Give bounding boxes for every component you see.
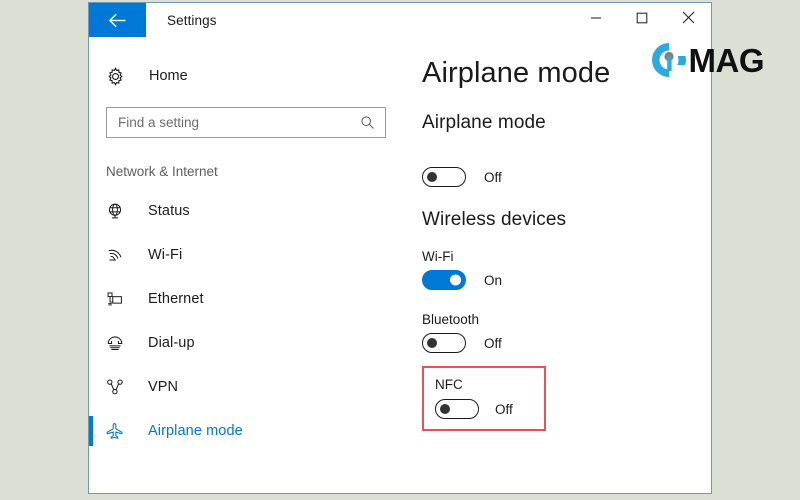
wifi-toggle[interactable] xyxy=(422,270,466,290)
sidebar-item-vpn[interactable]: VPN xyxy=(89,365,396,409)
wifi-toggle-state: On xyxy=(484,273,502,288)
nfc-toggle-row: Off xyxy=(435,399,544,419)
sidebar-item-ethernet[interactable]: Ethernet xyxy=(89,277,396,321)
wifi-device-label: Wi-Fi xyxy=(422,249,711,264)
content-pane: Airplane mode Airplane mode Off Wireless… xyxy=(396,37,711,493)
sidebar-item-airplane-mode-label: Airplane mode xyxy=(134,423,243,439)
window-title: Settings xyxy=(146,3,217,37)
airplane-mode-section-heading: Airplane mode xyxy=(422,112,711,134)
sidebar-item-status[interactable]: Status xyxy=(89,189,396,233)
sidebar-section-label: Network & Internet xyxy=(106,164,396,179)
airplane-icon xyxy=(106,422,134,440)
wireless-devices-section-heading: Wireless devices xyxy=(422,209,711,231)
airplane-mode-toggle[interactable] xyxy=(422,167,466,187)
toggle-knob xyxy=(450,275,461,286)
sidebar-item-home[interactable]: Home xyxy=(89,61,396,91)
nfc-toggle-state: Off xyxy=(495,402,513,417)
search-input[interactable] xyxy=(107,115,360,130)
sidebar-item-dialup-label: Dial-up xyxy=(134,335,195,351)
bluetooth-device-block: Bluetooth Off xyxy=(422,312,711,353)
toggle-knob xyxy=(427,338,437,348)
bluetooth-toggle-state: Off xyxy=(484,336,502,351)
sidebar-item-home-label: Home xyxy=(136,68,188,84)
ethernet-icon xyxy=(106,290,134,308)
nfc-device-block: NFC Off xyxy=(422,366,546,431)
back-button[interactable] xyxy=(89,3,146,37)
close-button[interactable] xyxy=(665,3,711,37)
window-controls xyxy=(573,3,711,37)
close-icon xyxy=(682,11,695,29)
globe-icon xyxy=(106,202,134,220)
search-box[interactable] xyxy=(106,107,386,138)
selection-indicator xyxy=(89,416,93,446)
maximize-button[interactable] xyxy=(619,3,665,37)
back-arrow-icon xyxy=(108,13,127,28)
bluetooth-toggle[interactable] xyxy=(422,333,466,353)
bluetooth-toggle-row: Off xyxy=(422,333,711,353)
sidebar-item-wifi-label: Wi-Fi xyxy=(134,247,182,263)
maximize-icon xyxy=(636,11,648,29)
sidebar-item-wifi[interactable]: Wi-Fi xyxy=(89,233,396,277)
toggle-knob xyxy=(427,172,437,182)
watermark-logo: MAG xyxy=(650,41,765,79)
search-icon[interactable] xyxy=(360,115,385,130)
nfc-toggle[interactable] xyxy=(435,399,479,419)
sidebar: Home Network & Internet xyxy=(89,37,396,493)
bluetooth-device-label: Bluetooth xyxy=(422,312,711,327)
settings-window: Settings xyxy=(88,2,712,494)
nfc-device-label: NFC xyxy=(435,377,544,392)
minimize-icon xyxy=(590,11,602,29)
watermark-logo-text: MAG xyxy=(689,44,765,77)
c-logo-icon xyxy=(650,41,688,79)
vpn-icon xyxy=(106,378,134,396)
wifi-toggle-row: On xyxy=(422,270,711,290)
sidebar-item-ethernet-label: Ethernet xyxy=(134,291,204,307)
phone-icon xyxy=(106,334,134,352)
title-bar: Settings xyxy=(89,3,711,37)
minimize-button[interactable] xyxy=(573,3,619,37)
sidebar-nav-list: Status Wi-Fi xyxy=(89,189,396,453)
airplane-mode-toggle-state: Off xyxy=(484,170,502,185)
sidebar-item-airplane-mode[interactable]: Airplane mode xyxy=(89,409,396,453)
airplane-mode-toggle-row: Off xyxy=(422,167,711,187)
sidebar-item-vpn-label: VPN xyxy=(134,379,178,395)
toggle-knob xyxy=(440,404,450,414)
wifi-device-block: Wi-Fi On xyxy=(422,249,711,290)
wifi-icon xyxy=(106,246,134,264)
gear-icon xyxy=(106,67,136,86)
sidebar-item-status-label: Status xyxy=(134,203,190,219)
sidebar-item-dialup[interactable]: Dial-up xyxy=(89,321,396,365)
